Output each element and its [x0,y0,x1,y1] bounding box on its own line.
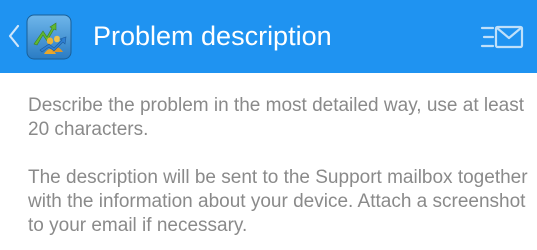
chevron-left-icon [8,24,20,48]
send-email-button[interactable] [466,0,537,73]
back-button[interactable] [0,0,84,73]
action-bar: Problem description [0,0,537,73]
support-info-text: The description will be sent to the Supp… [28,167,528,236]
content-area: Describe the problem in the most detaile… [28,94,528,238]
send-email-icon [480,25,524,49]
metatrader-logo-icon [26,14,72,60]
instructions-text: Describe the problem in the most detaile… [28,95,525,140]
page-title: Problem description [93,21,332,51]
